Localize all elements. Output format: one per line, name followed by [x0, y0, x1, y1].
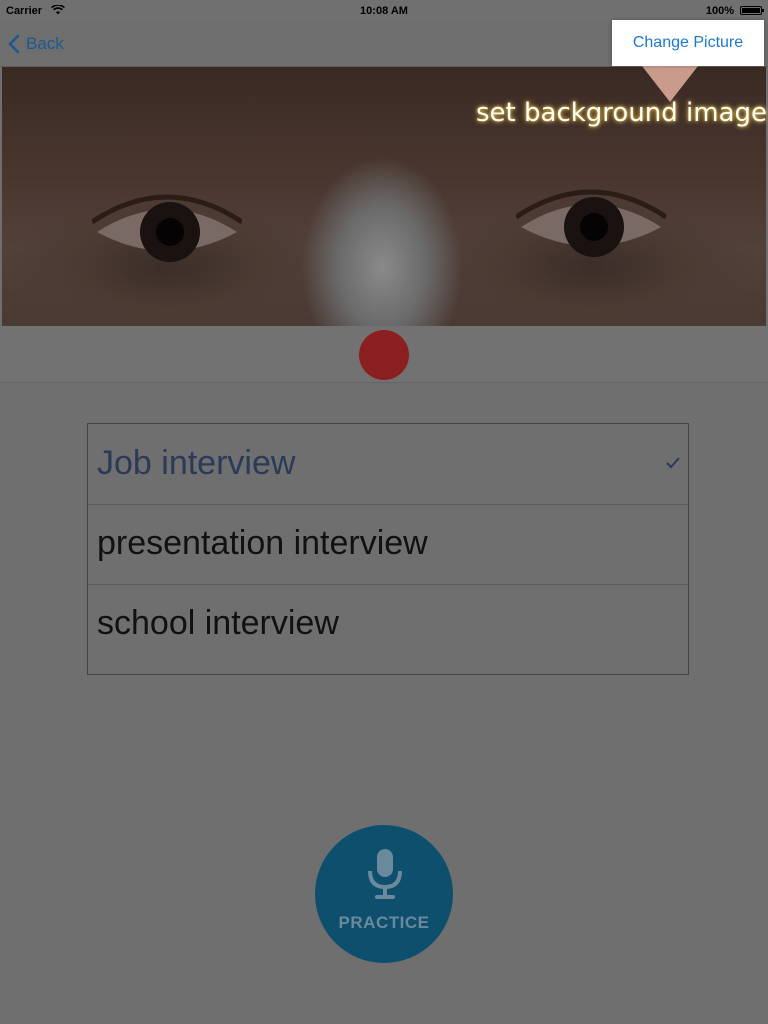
tooltip-text: set background image — [476, 98, 768, 128]
battery-icon — [740, 6, 764, 15]
list-item-label: school interview — [97, 604, 339, 642]
list-item-job-interview[interactable]: Job interview — [88, 424, 688, 505]
status-bar: Carrier 10:08 AM 100% — [0, 0, 768, 22]
record-button[interactable] — [359, 330, 409, 380]
chevron-left-icon — [8, 34, 20, 54]
list-item-school-interview[interactable]: school interview — [88, 584, 688, 664]
list-item-presentation-interview[interactable]: presentation interview — [88, 504, 688, 585]
practice-button[interactable]: PRACTICE — [315, 825, 453, 963]
battery-percentage: 100% — [705, 5, 734, 17]
record-strip — [0, 326, 768, 383]
status-time: 10:08 AM — [360, 5, 408, 17]
list-item-label: Job interview — [97, 444, 296, 482]
checkmark-icon — [666, 457, 680, 469]
tooltip-arrow — [642, 66, 698, 102]
microphone-icon — [368, 849, 402, 899]
right-eye-image — [516, 189, 666, 257]
interview-type-list: Job interview presentation interview sch… — [87, 423, 689, 675]
change-picture-button[interactable]: Change Picture — [612, 20, 764, 66]
list-item-label: presentation interview — [97, 524, 428, 562]
practice-label: PRACTICE — [338, 913, 430, 932]
left-eye-image — [92, 194, 242, 262]
back-label: Back — [26, 34, 64, 53]
back-button[interactable]: Back — [8, 32, 64, 56]
